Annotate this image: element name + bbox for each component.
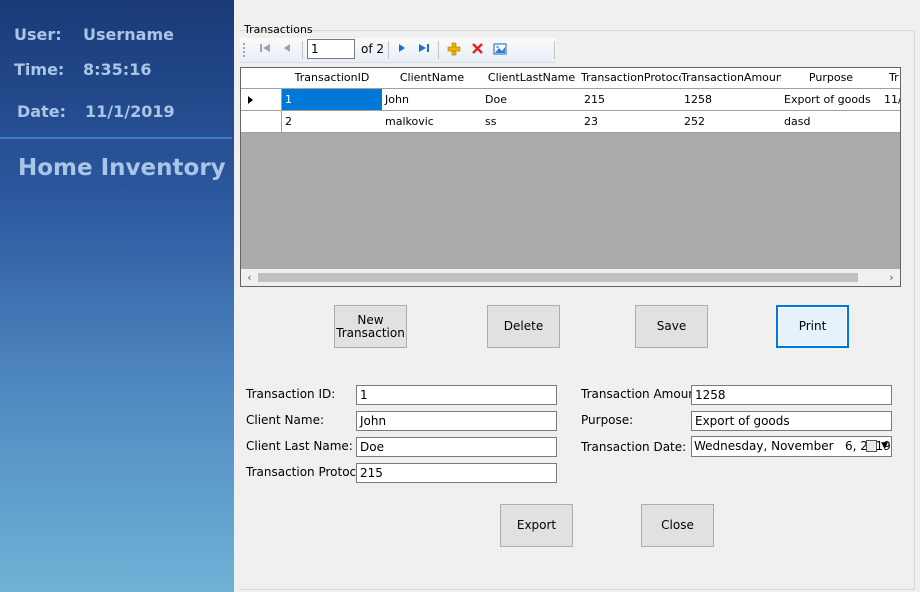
toolbar-separator xyxy=(302,41,303,59)
app-title: Home Inventory xyxy=(18,155,226,181)
print-button[interactable]: Print xyxy=(776,305,849,348)
grid-cell[interactable]: 1258 xyxy=(681,89,782,111)
delete-button[interactable]: Delete xyxy=(487,305,560,348)
transactions-grid[interactable]: TransactionID ClientName ClientLastName … xyxy=(240,67,901,287)
toolbar-separator xyxy=(554,41,555,59)
binding-navigator: 1 of 2 xyxy=(240,38,556,63)
time-value: 8:35:16 xyxy=(83,60,152,79)
date-value: 11/1/2019 xyxy=(85,102,175,121)
horizontal-scrollbar[interactable]: ‹ › xyxy=(241,269,900,286)
user-value: Username xyxy=(83,25,174,44)
grid-cell[interactable]: ss xyxy=(482,111,582,133)
grid-cell[interactable]: 1 xyxy=(282,89,383,111)
grid-corner-header xyxy=(241,68,283,89)
grid-cell[interactable]: 215 xyxy=(581,89,682,111)
group-label: Transactions xyxy=(244,23,313,36)
toolbar-grip[interactable] xyxy=(243,43,245,57)
row-header[interactable] xyxy=(241,111,282,133)
grid-cell[interactable]: 2 xyxy=(282,111,383,133)
transaction-amount-field[interactable]: 1258 xyxy=(691,385,892,405)
main-panel: Transactions 1 of 2 TransactionID Client… xyxy=(234,0,920,592)
scroll-left-icon[interactable]: ‹ xyxy=(241,269,258,286)
client-last-name-field[interactable]: Doe xyxy=(356,437,557,457)
client-last-name-label: Client Last Name: xyxy=(246,439,353,453)
current-row-icon xyxy=(248,96,253,104)
transaction-protocol-label: Transaction Protocol: xyxy=(246,465,371,479)
transaction-amount-label: Transaction Amount: xyxy=(581,387,705,401)
client-name-field[interactable]: John xyxy=(356,411,557,431)
column-header[interactable]: Tr xyxy=(881,68,900,89)
grid-cell[interactable]: Export of goods xyxy=(781,89,882,111)
move-last-icon[interactable] xyxy=(416,42,432,58)
client-name-label: Client Name: xyxy=(246,413,324,427)
transaction-protocol-field[interactable]: 215 xyxy=(356,463,557,483)
chevron-down-icon[interactable]: ▼ xyxy=(881,437,888,456)
move-previous-icon[interactable] xyxy=(279,42,295,58)
move-first-icon[interactable] xyxy=(257,42,273,58)
transaction-id-label: Transaction ID: xyxy=(246,387,336,401)
toolbar-separator xyxy=(388,41,389,59)
image-icon[interactable] xyxy=(492,42,508,58)
delete-icon[interactable] xyxy=(469,42,485,58)
export-button[interactable]: Export xyxy=(500,504,573,547)
grid-cell[interactable]: Doe xyxy=(482,89,582,111)
count-label: of 2 xyxy=(361,42,385,56)
purpose-field[interactable]: Export of goods xyxy=(691,411,892,431)
grid-cell[interactable]: 23 xyxy=(581,111,682,133)
toolbar-separator xyxy=(438,41,439,59)
calendar-icon[interactable] xyxy=(866,440,877,452)
purpose-label: Purpose: xyxy=(581,413,634,427)
grid-cell[interactable]: malkovic xyxy=(382,111,483,133)
sidebar: User: Username Time: 8:35:16 Date: 11/1/… xyxy=(0,0,234,592)
column-header[interactable]: Purpose xyxy=(781,68,882,89)
transaction-date-value: Wednesday, November 6, 2019 xyxy=(694,439,891,453)
position-input[interactable]: 1 xyxy=(307,39,355,59)
grid-cell[interactable]: 252 xyxy=(681,111,782,133)
column-header[interactable]: TransactionID xyxy=(282,68,383,89)
date-label: Date: xyxy=(17,102,66,121)
transaction-date-picker[interactable]: Wednesday, November 6, 2019 ▼ xyxy=(691,436,892,457)
transaction-id-field[interactable]: 1 xyxy=(356,385,557,405)
grid-cell[interactable] xyxy=(881,111,900,133)
transaction-date-label: Transaction Date: xyxy=(581,440,687,454)
time-label: Time: xyxy=(14,60,65,79)
column-header[interactable]: TransactionProtoco xyxy=(581,68,682,89)
add-new-icon[interactable] xyxy=(446,42,462,58)
scroll-thumb[interactable] xyxy=(258,273,858,282)
save-button[interactable]: Save xyxy=(635,305,708,348)
user-label: User: xyxy=(14,25,62,44)
scroll-right-icon[interactable]: › xyxy=(883,269,900,286)
move-next-icon[interactable] xyxy=(394,42,410,58)
column-header[interactable]: TransactionAmount xyxy=(681,68,782,89)
grid-cell[interactable]: 11/ xyxy=(881,89,900,111)
row-header[interactable] xyxy=(241,89,282,111)
column-header[interactable]: ClientName xyxy=(382,68,483,89)
column-header[interactable]: ClientLastName xyxy=(482,68,582,89)
grid-cell[interactable]: John xyxy=(382,89,483,111)
new-transaction-button[interactable]: New Transaction xyxy=(334,305,407,348)
sidebar-divider xyxy=(0,137,232,139)
grid-cell[interactable]: dasd xyxy=(781,111,882,133)
close-button[interactable]: Close xyxy=(641,504,714,547)
